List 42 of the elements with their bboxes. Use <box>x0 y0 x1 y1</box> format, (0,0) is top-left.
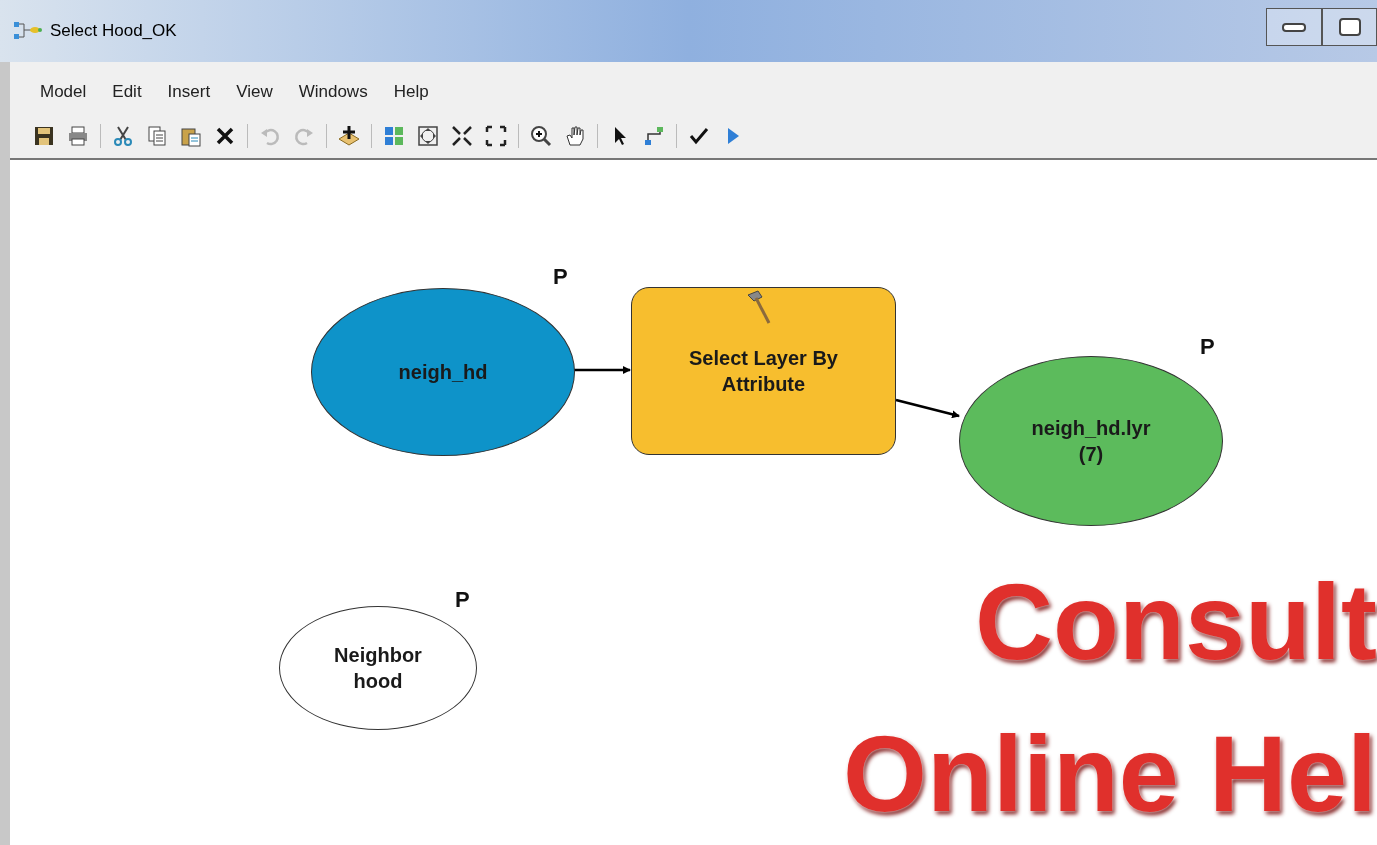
scissors-icon <box>112 125 134 147</box>
auto-layout-icon <box>383 125 405 147</box>
add-data-button[interactable] <box>337 124 361 148</box>
menu-item[interactable]: Windows <box>288 79 378 105</box>
overlay-caption: Consult <box>975 568 1377 676</box>
copy-icon <box>146 125 168 147</box>
menu-item[interactable]: Edit <box>102 79 152 105</box>
pan-hand-button[interactable] <box>563 124 587 148</box>
window-title: Select Hood_OK <box>50 20 177 43</box>
print-icon <box>67 125 89 147</box>
connector-arrow <box>573 366 631 374</box>
connect-icon <box>643 125 665 147</box>
copy-button[interactable] <box>145 124 169 148</box>
zoom-in-button[interactable] <box>529 124 553 148</box>
connector-arrow <box>895 398 960 419</box>
auto-layout-button[interactable] <box>382 124 406 148</box>
zoom-in-icon <box>530 125 552 147</box>
add-data-icon <box>338 125 360 147</box>
save-icon <box>33 125 55 147</box>
full-extent-icon <box>417 125 439 147</box>
menu-item[interactable]: Insert <box>157 79 221 105</box>
data-node[interactable]: neigh_hd <box>311 288 575 456</box>
print-button[interactable] <box>66 124 90 148</box>
delete-icon <box>214 125 236 147</box>
full-extent-button[interactable] <box>416 124 440 148</box>
menu-item[interactable]: Model <box>30 79 97 105</box>
validate-check-icon <box>688 125 710 147</box>
save-button[interactable] <box>32 124 56 148</box>
parameter-label: P <box>553 263 568 291</box>
scissors-button[interactable] <box>111 124 135 148</box>
model-icon <box>12 20 42 42</box>
tool-node[interactable]: Select Layer By Attribute <box>631 287 896 455</box>
connect-button[interactable] <box>642 124 666 148</box>
minimize-button[interactable] <box>1266 8 1322 46</box>
pan-hand-icon <box>564 125 586 147</box>
maximize-button[interactable] <box>1322 8 1377 46</box>
overlay-caption: Online Hel <box>842 720 1377 828</box>
menu-item[interactable]: View <box>226 79 283 105</box>
data-node[interactable]: neigh_hd.lyr (7) <box>959 356 1223 526</box>
data-node[interactable]: Neighbor hood <box>279 606 477 730</box>
paste-icon <box>180 125 202 147</box>
menu-item[interactable]: Help <box>383 79 439 105</box>
